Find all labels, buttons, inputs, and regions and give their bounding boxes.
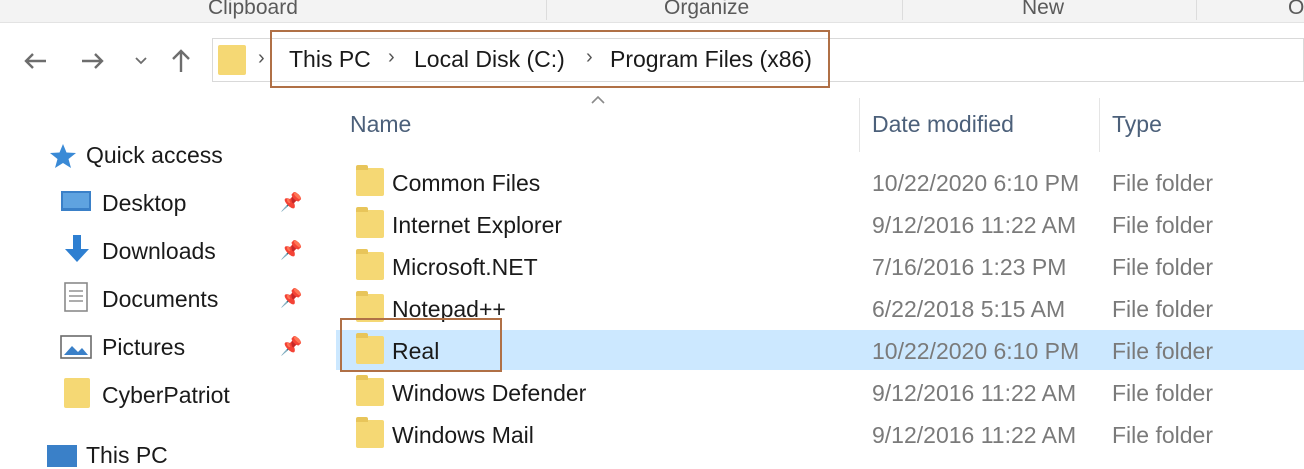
file-name: Windows Mail [392, 422, 534, 448]
folder-icon [356, 417, 384, 448]
column-divider[interactable] [859, 98, 860, 152]
nav-quick-access[interactable]: Quick access [86, 142, 223, 169]
ribbon-group-clipboard: Clipboard [208, 0, 298, 19]
folder-icon [356, 165, 384, 196]
file-date-modified: 10/22/2020 6:10 PM [872, 170, 1080, 196]
desktop-icon [61, 191, 91, 211]
selection-highlight-box [340, 318, 502, 372]
file-type: File folder [1112, 170, 1213, 196]
column-header-type[interactable]: Type [1112, 111, 1162, 138]
file-date-modified: 9/12/2016 11:22 AM [872, 380, 1077, 406]
folder-icon [356, 375, 384, 406]
folder-icon [218, 45, 246, 75]
folder-icon [64, 378, 90, 408]
file-date-modified: 7/16/2016 1:23 PM [872, 254, 1067, 280]
ribbon-group-organize: Organize [664, 0, 750, 19]
file-type: File folder [1112, 296, 1213, 322]
pin-icon: 📌 [280, 336, 303, 356]
pictures-icon [60, 335, 92, 359]
this-pc-icon [47, 445, 77, 467]
file-type: File folder [1112, 422, 1213, 448]
quick-access-star-icon [50, 144, 76, 168]
folder-icon [356, 207, 384, 238]
ribbon-group-open: O [1288, 0, 1304, 19]
pin-icon: 📌 [280, 240, 303, 260]
ribbon-separator [546, 0, 547, 20]
breadcrumb-this-pc[interactable]: This PC [289, 46, 371, 73]
breadcrumb-program-files-x86[interactable]: Program Files (x86) [610, 46, 812, 73]
arrow-up-icon [172, 49, 190, 72]
arrow-right-icon [82, 53, 104, 69]
file-name: Common Files [392, 170, 541, 196]
downloads-icon [65, 235, 89, 262]
nav-item-cyberpatriot[interactable]: CyberPatriot [102, 382, 230, 409]
column-divider[interactable] [1099, 98, 1100, 152]
sort-ascending-icon [591, 95, 605, 104]
nav-this-pc[interactable]: This PC [86, 442, 168, 469]
file-type: File folder [1112, 212, 1213, 238]
chevron-down-icon [135, 57, 147, 65]
nav-item-documents[interactable]: Documents [102, 286, 218, 313]
back-button[interactable] [18, 44, 52, 78]
file-name: Internet Explorer [392, 212, 563, 238]
up-button[interactable] [164, 44, 198, 78]
documents-icon [64, 282, 88, 312]
ribbon-separator [1196, 0, 1197, 20]
file-row[interactable]: Windows Defender 9/12/2016 11:22 AM File… [336, 372, 1304, 412]
file-row[interactable]: Internet Explorer 9/12/2016 11:22 AM Fil… [336, 204, 1304, 244]
arrow-left-icon [24, 53, 46, 69]
breadcrumb-chevron-icon[interactable]: › [388, 46, 395, 69]
nav-item-pictures[interactable]: Pictures [102, 334, 185, 361]
file-name: Windows Defender [392, 380, 587, 406]
folder-icon [356, 249, 384, 280]
file-date-modified: 6/22/2018 5:15 AM [872, 296, 1066, 322]
nav-item-downloads[interactable]: Downloads [102, 238, 216, 265]
file-date-modified: 9/12/2016 11:22 AM [872, 212, 1077, 238]
file-type: File folder [1112, 254, 1213, 280]
ribbon-group-new: New [1022, 0, 1065, 19]
nav-item-desktop[interactable]: Desktop [102, 190, 186, 217]
ribbon-separator [902, 0, 903, 20]
breadcrumb-chevron-icon[interactable]: › [586, 46, 593, 69]
pin-icon: 📌 [280, 288, 303, 308]
recent-locations-button[interactable] [126, 44, 156, 78]
ribbon: Clipboard Organize New O [0, 0, 1304, 23]
file-row[interactable]: Common Files 10/22/2020 6:10 PM File fol… [336, 162, 1304, 202]
file-name: Microsoft.NET [392, 254, 538, 280]
file-date-modified: 9/12/2016 11:22 AM [872, 422, 1077, 448]
file-type: File folder [1112, 380, 1213, 406]
breadcrumb-local-disk[interactable]: Local Disk (C:) [414, 46, 565, 73]
file-type: File folder [1112, 338, 1213, 364]
forward-button[interactable] [76, 44, 110, 78]
column-header-name[interactable]: Name [350, 111, 411, 138]
pin-icon: 📌 [280, 192, 303, 212]
file-date-modified: 10/22/2020 6:10 PM [872, 338, 1080, 364]
file-row[interactable]: Microsoft.NET 7/16/2016 1:23 PM File fol… [336, 246, 1304, 286]
breadcrumb-chevron-icon[interactable]: › [258, 47, 265, 70]
column-header-date-modified[interactable]: Date modified [872, 111, 1014, 138]
file-row[interactable]: Windows Mail 9/12/2016 11:22 AM File fol… [336, 414, 1304, 454]
